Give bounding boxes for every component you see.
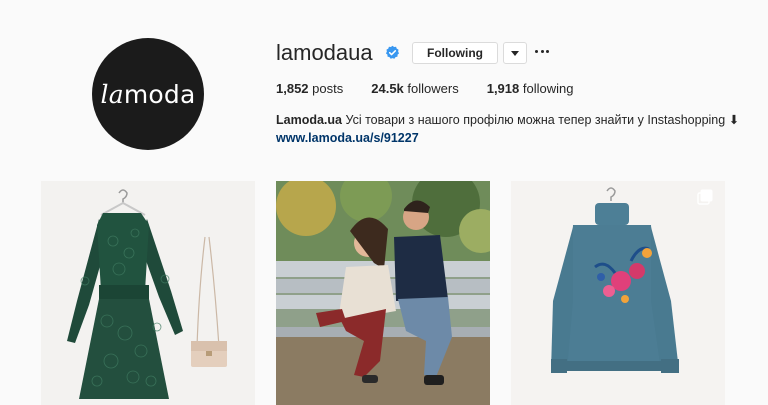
posts-count: 1,852 [276,81,309,96]
post-tile-couple[interactable] [276,181,490,405]
posts-grid [41,181,725,405]
bio-link[interactable]: www.lamoda.ua/s/91227 [276,129,746,147]
post-tile-sweater[interactable] [511,181,725,405]
posts-stat: 1,852 posts [276,81,343,96]
following-label: following [522,81,574,96]
profile-username: lamodaua [276,40,373,65]
bio-name: Lamoda.ua [276,113,342,127]
couple-photo [276,181,490,405]
profile-avatar[interactable]: la moda [92,38,204,150]
followers-stat[interactable]: 24.5k followers [371,81,458,96]
following-stat[interactable]: 1,918 following [487,81,574,96]
bio-text: Усі товари з нашого профілю можна тепер … [345,113,726,127]
sweater-photo [511,181,725,405]
suggestions-dropdown-button[interactable] [503,42,527,64]
following-button[interactable]: Following [412,42,498,64]
profile-bio: Lamoda.ua Усі товари з нашого профілю мо… [276,111,746,147]
followers-label: followers [407,81,459,96]
verified-badge-icon [385,45,400,59]
post-tile-dress[interactable] [41,181,255,405]
profile-stats: 1,852 posts 24.5k followers 1,918 follow… [276,81,601,96]
multiple-photos-icon [697,189,713,205]
followers-count: 24.5k [371,81,404,96]
avatar-logo-la: la [100,79,124,109]
following-count: 1,918 [486,81,520,96]
more-options-icon[interactable] [535,44,549,58]
dress-photo [41,181,255,405]
posts-label: posts [312,81,344,96]
chevron-down-icon [511,50,519,56]
bio-arrow-icon: ⬇ [728,113,740,127]
avatar-logo-moda: moda [123,79,196,109]
